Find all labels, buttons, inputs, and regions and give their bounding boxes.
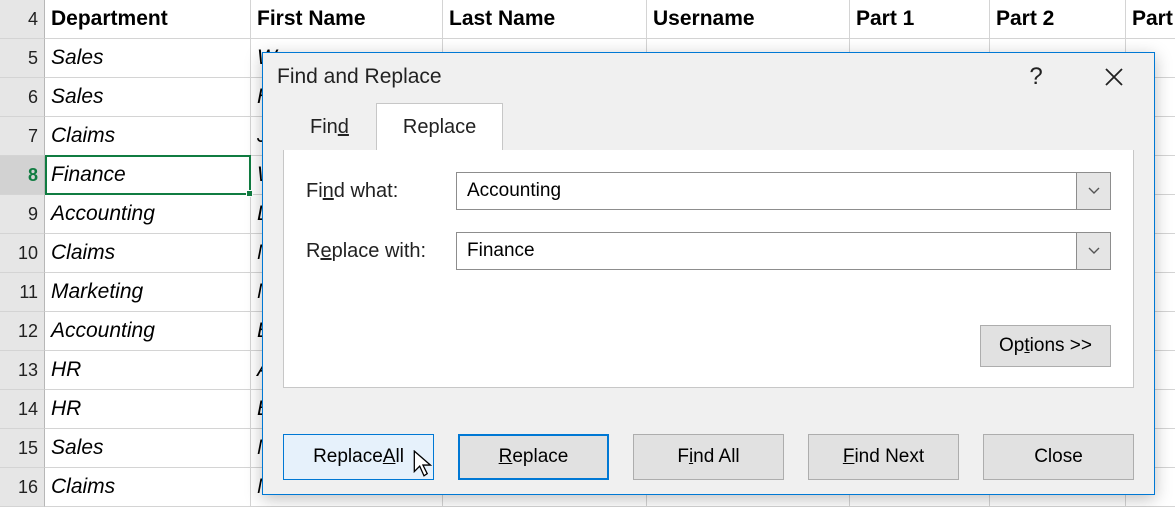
row-number[interactable]: 6 [0,78,45,117]
options-button[interactable]: Options >> [980,325,1111,367]
row-number[interactable]: 11 [0,273,45,312]
row-number[interactable]: 7 [0,117,45,156]
cell-department[interactable]: Claims [45,234,251,273]
col-header-part1[interactable]: Part 1 [850,0,990,39]
cell-department[interactable]: Accounting [45,195,251,234]
close-button[interactable]: Close [983,434,1134,480]
row-number[interactable]: 8 [0,156,45,195]
find-next-button[interactable]: Find Next [808,434,959,480]
find-what-label: Find what: [306,180,456,203]
replace-with-combo[interactable] [456,232,1111,270]
row-number[interactable]: 10 [0,234,45,273]
replace-with-label: Replace with: [306,240,456,263]
tab-find[interactable]: Find [283,103,376,151]
cell-department[interactable]: Claims [45,468,251,507]
cell-department[interactable]: Sales [45,429,251,468]
col-header-department[interactable]: Department [45,0,251,39]
replace-with-input[interactable] [457,233,1076,269]
row-number[interactable]: 15 [0,429,45,468]
col-header-part3[interactable]: Part [1126,0,1175,39]
find-what-dropdown[interactable] [1076,173,1110,209]
row-number[interactable]: 14 [0,390,45,429]
dialog-button-row: Replace All Replace Find All Find Next C… [283,434,1134,480]
cell-department[interactable]: Sales [45,39,251,78]
row-number[interactable]: 4 [0,0,45,39]
row-number[interactable]: 9 [0,195,45,234]
find-all-button[interactable]: Find All [633,434,784,480]
replace-all-button[interactable]: Replace All [283,434,434,480]
replace-with-dropdown[interactable] [1076,233,1110,269]
row-number[interactable]: 5 [0,39,45,78]
close-icon[interactable] [1088,53,1140,101]
row-number[interactable]: 12 [0,312,45,351]
help-button[interactable]: ? [1010,53,1062,101]
row-number[interactable]: 16 [0,468,45,507]
find-what-combo[interactable] [456,172,1111,210]
cell-department[interactable]: Marketing [45,273,251,312]
find-replace-dialog: Find and Replace ? Find Replace Find wha… [262,52,1155,495]
replace-button[interactable]: Replace [458,434,609,480]
dialog-tabs: Find Replace [283,101,1154,151]
row-number[interactable]: 13 [0,351,45,390]
find-what-input[interactable] [457,173,1076,209]
col-header-username[interactable]: Username [647,0,850,39]
cell-department[interactable]: HR [45,390,251,429]
cell-department[interactable]: Accounting [45,312,251,351]
cell-department[interactable]: Finance [45,156,251,195]
tab-replace[interactable]: Replace [376,103,503,151]
dialog-panel: Find what: Replace with: Options >> [283,150,1134,388]
cell-department[interactable]: Sales [45,78,251,117]
col-header-first-name[interactable]: First Name [251,0,443,39]
cell-department[interactable]: Claims [45,117,251,156]
col-header-part2[interactable]: Part 2 [990,0,1126,39]
col-header-last-name[interactable]: Last Name [443,0,647,39]
cell-department[interactable]: HR [45,351,251,390]
